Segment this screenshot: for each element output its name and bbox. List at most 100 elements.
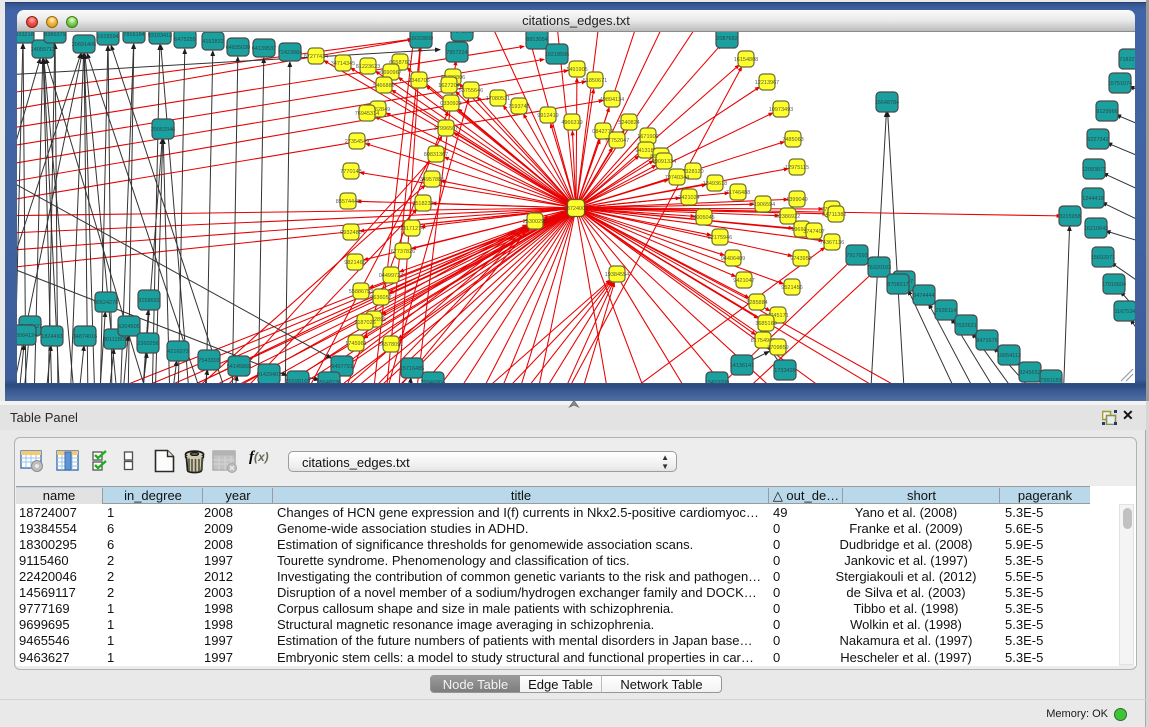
svg-text:25300295: 25300295 xyxy=(523,219,547,225)
svg-text:37996507: 37996507 xyxy=(434,126,458,132)
svg-text:01429401: 01429401 xyxy=(257,372,281,378)
svg-text:6475255: 6475255 xyxy=(174,37,195,43)
svg-text:14136141: 14136141 xyxy=(730,363,754,369)
svg-text:3158692: 3158692 xyxy=(138,298,159,304)
svg-text:12975115: 12975115 xyxy=(785,165,809,171)
svg-text:72423884: 72423884 xyxy=(278,50,302,56)
svg-text:51850671: 51850671 xyxy=(583,78,607,84)
svg-text:6690967: 6690967 xyxy=(380,70,401,76)
svg-text:1244419: 1244419 xyxy=(1082,196,1103,202)
svg-text:9227342: 9227342 xyxy=(1087,137,1108,143)
svg-text:19384554: 19384554 xyxy=(605,272,629,278)
svg-text:9474444: 9474444 xyxy=(913,293,934,299)
svg-text:1399049: 1399049 xyxy=(786,197,807,203)
svg-text:7187026: 7187026 xyxy=(354,320,375,326)
svg-text:71906594: 71906594 xyxy=(751,202,775,208)
svg-text:3285884: 3285884 xyxy=(746,300,767,306)
svg-text:5466889: 5466889 xyxy=(373,83,394,89)
svg-text:7632621: 7632621 xyxy=(955,323,976,329)
svg-text:0433218: 0433218 xyxy=(17,32,34,38)
svg-text:1491905: 1491905 xyxy=(566,67,587,73)
svg-text:3215958: 3215958 xyxy=(1059,214,1080,220)
svg-text:12093872: 12093872 xyxy=(1082,167,1106,173)
svg-text:9245652: 9245652 xyxy=(1019,370,1040,376)
svg-text:86578091: 86578091 xyxy=(379,342,403,348)
svg-text:8813054: 8813054 xyxy=(526,37,547,43)
svg-text:80831367: 80831367 xyxy=(424,152,448,158)
svg-text:76320163: 76320163 xyxy=(867,265,891,271)
svg-text:9129966: 9129966 xyxy=(1096,109,1117,115)
svg-text:27354549: 27354549 xyxy=(345,139,369,145)
svg-text:2935114: 2935114 xyxy=(935,308,956,314)
svg-text:98084124: 98084124 xyxy=(17,333,37,339)
svg-text:9743953: 9743953 xyxy=(790,256,811,262)
svg-text:9821465: 9821465 xyxy=(344,260,365,266)
svg-text:3709859: 3709859 xyxy=(767,345,788,351)
svg-text:4711382: 4711382 xyxy=(825,212,846,218)
svg-text:76945314: 76945314 xyxy=(355,111,379,117)
svg-text:9912419: 9912419 xyxy=(537,113,558,119)
svg-text:3518233: 3518233 xyxy=(412,201,433,207)
svg-text:9421047: 9421047 xyxy=(733,278,754,284)
svg-text:9521456: 9521456 xyxy=(781,285,802,291)
svg-text:97848018: 97848018 xyxy=(450,32,474,35)
svg-text:99091334: 99091334 xyxy=(652,159,676,165)
svg-text:3685160: 3685160 xyxy=(755,321,776,327)
svg-text:34957885: 34957885 xyxy=(420,177,444,183)
svg-text:16648784: 16648784 xyxy=(875,100,899,106)
svg-text:10973493: 10973493 xyxy=(769,107,793,113)
svg-text:67737826: 67737826 xyxy=(391,249,415,255)
svg-text:20691406: 20691406 xyxy=(72,42,96,48)
svg-text:77752047: 77752047 xyxy=(605,138,629,144)
svg-text:7485063: 7485063 xyxy=(782,137,803,143)
svg-text:0932480: 0932480 xyxy=(340,230,361,236)
svg-text:4216073: 4216073 xyxy=(167,349,188,355)
svg-text:65648236: 65648236 xyxy=(317,380,341,383)
svg-text:7991183: 7991183 xyxy=(1040,378,1061,383)
svg-text:53755646: 53755646 xyxy=(459,88,483,94)
svg-text:04499727: 04499727 xyxy=(379,273,403,279)
svg-text:9457791: 9457791 xyxy=(331,364,352,370)
svg-text:7346706: 7346706 xyxy=(408,78,429,84)
svg-text:34714345: 34714345 xyxy=(331,61,355,67)
svg-text:16210643: 16210643 xyxy=(1084,226,1108,232)
svg-text:7917693: 7917693 xyxy=(846,253,867,259)
svg-text:7193745: 7193745 xyxy=(508,104,529,110)
svg-text:4192832: 4192832 xyxy=(202,39,223,45)
svg-text:7770143: 7770143 xyxy=(340,169,361,175)
svg-text:00524278: 00524278 xyxy=(94,300,118,306)
svg-text:1615594: 1615594 xyxy=(97,34,118,40)
svg-text:81223623: 81223623 xyxy=(356,64,380,70)
svg-text:85574443: 85574443 xyxy=(336,199,360,205)
svg-text:82175946: 82175946 xyxy=(708,235,732,241)
svg-text:71746488: 71746488 xyxy=(726,190,750,196)
svg-text:34874016: 34874016 xyxy=(73,334,97,340)
svg-text:1733426: 1733426 xyxy=(774,368,795,374)
svg-text:13493618: 13493618 xyxy=(703,181,727,187)
svg-text:14055712: 14055712 xyxy=(31,47,55,53)
svg-text:4966319: 4966319 xyxy=(561,120,582,126)
svg-text:3747407: 3747407 xyxy=(803,229,824,235)
svg-text:5240824: 5240824 xyxy=(618,120,639,126)
svg-text:54145868: 54145868 xyxy=(227,364,251,370)
svg-text:80112805: 80112805 xyxy=(103,337,127,343)
svg-text:29053346: 29053346 xyxy=(151,127,175,133)
svg-text:87277434: 87277434 xyxy=(304,54,328,60)
svg-text:8471676: 8471676 xyxy=(976,338,997,344)
svg-text:7857224: 7857224 xyxy=(446,50,467,56)
svg-text:94406409: 94406409 xyxy=(721,256,745,262)
svg-text:8708317: 8708317 xyxy=(887,282,908,288)
svg-text:15692971: 15692971 xyxy=(1091,255,1115,261)
svg-text:13433200: 13433200 xyxy=(705,380,729,383)
svg-text:93103413: 93103413 xyxy=(148,33,172,39)
svg-text:15751074: 15751074 xyxy=(1108,81,1132,87)
svg-text:7543303: 7543303 xyxy=(198,358,219,364)
svg-text:64139537: 64139537 xyxy=(252,46,276,52)
svg-text:2087682: 2087682 xyxy=(716,36,737,42)
svg-text:7182278: 7182278 xyxy=(1119,57,1135,63)
svg-text:9636057: 9636057 xyxy=(370,295,391,301)
svg-text:1745961: 1745961 xyxy=(345,341,366,347)
svg-text:2260256: 2260256 xyxy=(137,341,158,347)
svg-text:17016504: 17016504 xyxy=(1102,282,1126,288)
svg-text:74367136: 74367136 xyxy=(820,240,844,246)
